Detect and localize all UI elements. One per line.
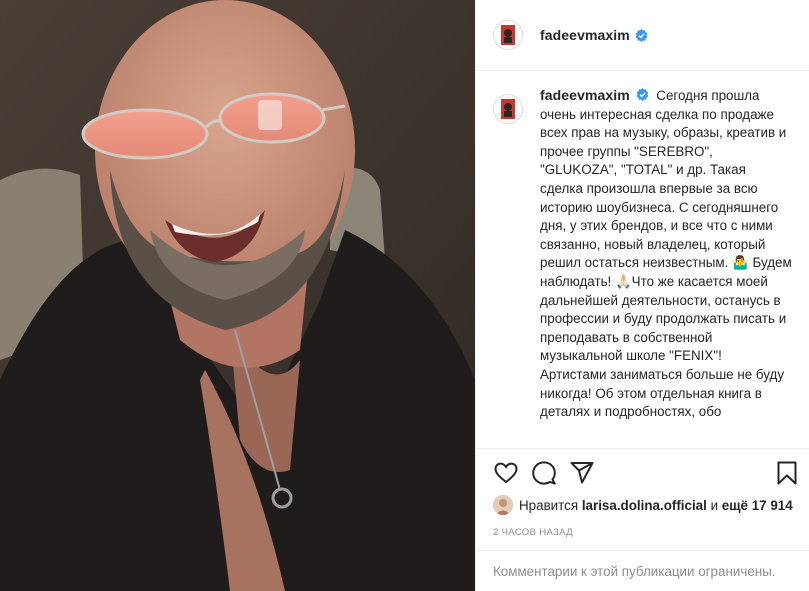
bookmark-icon[interactable]	[774, 460, 800, 486]
post-caption: fadeevmaxim Сегодня прошла очень интерес…	[493, 86, 803, 438]
liker-username[interactable]: larisa.dolina.official	[582, 498, 707, 513]
post-side-panel: fadeevmaxim fadeevmaxim Сегодня прошла о…	[475, 0, 809, 591]
verified-icon	[635, 28, 648, 42]
likes-connector: и	[710, 497, 719, 513]
verified-icon	[636, 88, 649, 101]
instagram-post: fadeevmaxim fadeevmaxim Сегодня прошла о…	[0, 0, 809, 591]
comment-icon[interactable]	[531, 460, 557, 486]
liker-avatar[interactable]	[493, 495, 513, 515]
heart-icon[interactable]	[493, 460, 519, 486]
post-header: fadeevmaxim	[476, 0, 809, 71]
author-avatar[interactable]	[493, 20, 523, 50]
share-icon[interactable]	[569, 460, 595, 486]
comments-restricted-note: Комментарии к этой публикации ограничены…	[476, 550, 809, 591]
author-username[interactable]: fadeevmaxim	[540, 27, 630, 43]
caption-author-avatar[interactable]	[493, 94, 523, 124]
likes-prefix: Нравится	[519, 497, 579, 513]
caption-body: Сегодня прошла очень интересная сделка п…	[540, 88, 792, 420]
likes-summary: Нравится larisa.dolina.official и ещё 17…	[493, 495, 793, 515]
post-timestamp[interactable]: 2 часов назад	[493, 527, 573, 538]
post-photo[interactable]	[0, 0, 475, 591]
likes-count[interactable]: ещё 17 914	[722, 498, 793, 513]
post-actions: Нравится larisa.dolina.official и ещё 17…	[476, 448, 809, 591]
caption-username[interactable]: fadeevmaxim	[540, 87, 630, 103]
selfie-image	[0, 0, 475, 591]
action-icons-row	[493, 460, 798, 486]
caption-text-block: fadeevmaxim Сегодня прошла очень интерес…	[540, 86, 792, 438]
